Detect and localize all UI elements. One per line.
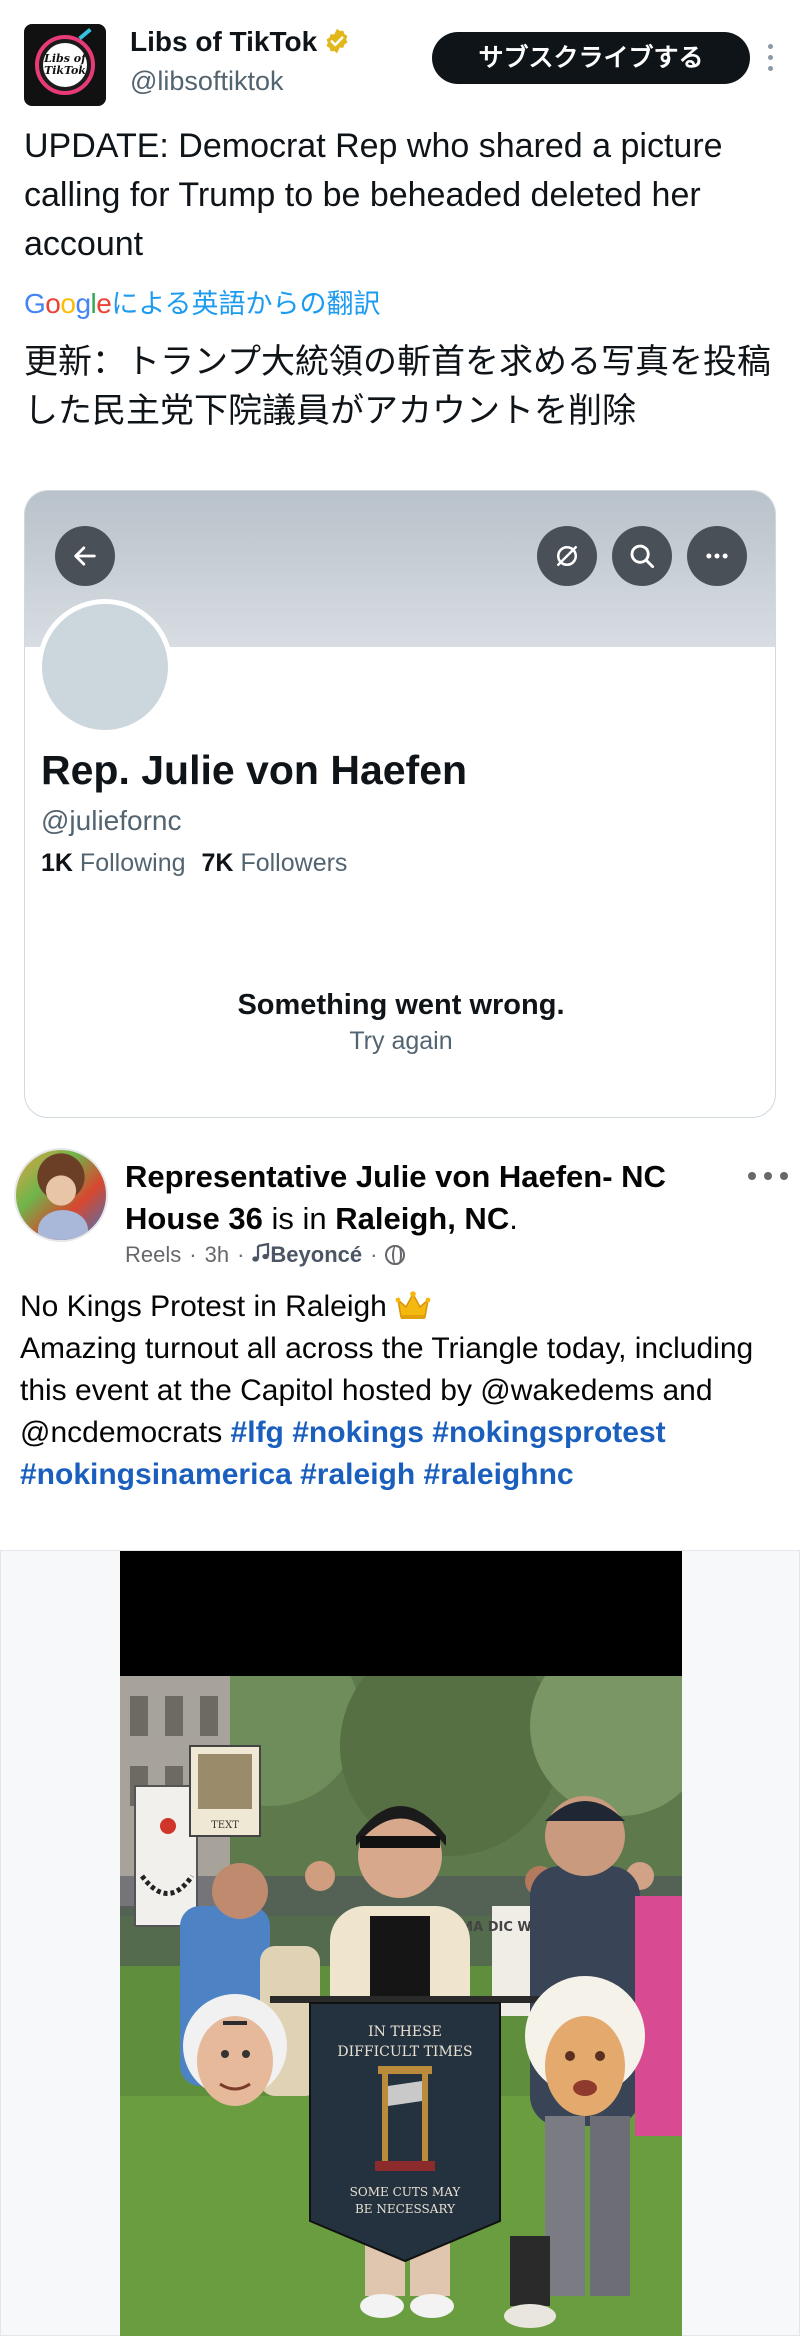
more-horizontal-icon[interactable]: [748, 1172, 788, 1182]
banner-text-1: IN THESE: [368, 2024, 442, 2040]
video-frame[interactable]: TEXT MA DIC WA 40 IN THESE DIFFICULT TIM…: [120, 1676, 682, 2336]
profile-name: Rep. Julie von Haefen: [41, 747, 468, 793]
hashtag-link[interactable]: #raleighnc: [424, 1458, 574, 1491]
fb-post-body: No Kings Protest in Raleigh Amazing turn…: [20, 1286, 780, 1496]
profile-avatar[interactable]: [37, 599, 173, 735]
tweet-text: UPDATE: Democrat Rep who shared a pictur…: [24, 127, 723, 263]
banner-text-3: SOME CUTS MAY: [350, 2185, 462, 2199]
fb-post-time[interactable]: 3h: [205, 1242, 229, 1267]
fb-post-title: Representative Julie von Haefen- NC Hous…: [125, 1159, 666, 1236]
fb-is-in: is in: [271, 1201, 327, 1236]
profile-handle: @juliefornc: [41, 805, 182, 836]
avatar-logo-text: Libs of TikTok: [40, 53, 90, 77]
hashtag-link[interactable]: #lfg: [231, 1416, 284, 1449]
fb-body-line1: No Kings Protest in Raleigh: [20, 1290, 387, 1323]
google-logo: Google: [24, 288, 112, 319]
hashtag-link[interactable]: #raleigh: [300, 1458, 415, 1491]
followers-stat[interactable]: 7K Followers: [202, 849, 348, 877]
try-again-link[interactable]: Try again: [25, 1027, 775, 1056]
notifications-off-icon[interactable]: [537, 526, 597, 586]
translated-text: 更新：トランプ大統領の斬首を求める写真を投稿した民主党下院議員がアカウントを削除: [24, 342, 771, 431]
fb-post-type[interactable]: Reels: [125, 1242, 181, 1267]
svg-text:TEXT: TEXT: [211, 1820, 239, 1831]
fb-post-music[interactable]: Beyoncé: [252, 1242, 362, 1267]
crown-emoji-icon: [395, 1291, 431, 1319]
error-message: Something went wrong.: [237, 989, 565, 1021]
avatar-logo-line2: TikTok: [44, 64, 86, 77]
author-avatar[interactable]: Libs of TikTok: [24, 24, 106, 106]
banner-text-4: BE NECESSARY: [355, 2202, 456, 2216]
translation-attribution[interactable]: Googleによる英語からの翻訳: [24, 284, 381, 324]
fb-author-avatar[interactable]: [14, 1148, 108, 1242]
subscribe-button[interactable]: サブスクライブする: [432, 32, 750, 84]
back-arrow-icon[interactable]: [55, 526, 115, 586]
globe-icon: [385, 1245, 406, 1265]
author-name-row[interactable]: Libs of TikTok: [130, 26, 351, 58]
following-stat[interactable]: 1K Following: [41, 849, 186, 877]
avatar-accent: [78, 27, 92, 41]
protest-photo: TEXT MA DIC WA 40 IN THESE DIFFICULT TIM…: [120, 1676, 682, 2336]
verified-badge-icon: [326, 28, 348, 54]
profile-stats: 1K Following 7K Followers: [41, 849, 347, 878]
author-handle[interactable]: @libsoftiktok: [130, 66, 283, 97]
author-name[interactable]: Libs of TikTok: [130, 26, 317, 57]
fb-post-meta: Reels · 3h · Beyoncé ·: [125, 1242, 406, 1268]
hashtag-link[interactable]: #nokingsinamerica: [20, 1458, 292, 1491]
fb-location[interactable]: Raleigh, NC: [335, 1201, 509, 1236]
hashtag-link[interactable]: #nokings: [292, 1416, 424, 1449]
more-horizontal-icon[interactable]: [687, 526, 747, 586]
video-letterbox: [120, 1551, 682, 1676]
more-vertical-icon[interactable]: [764, 44, 776, 76]
translation-label[interactable]: による英語からの翻訳: [111, 289, 380, 320]
fb-video-container[interactable]: TEXT MA DIC WA 40 IN THESE DIFFICULT TIM…: [0, 1550, 800, 2336]
music-note-icon: [252, 1242, 270, 1262]
banner-text-2: DIFFICULT TIMES: [337, 2044, 472, 2060]
hashtag-link[interactable]: #nokingsprotest: [432, 1416, 665, 1449]
profile-screenshot-card: Rep. Julie von Haefen @juliefornc 1K Fol…: [24, 490, 776, 1118]
tweet-header: Libs of TikTok Libs of TikTok @libsoftik…: [24, 22, 776, 108]
search-icon[interactable]: [612, 526, 672, 586]
